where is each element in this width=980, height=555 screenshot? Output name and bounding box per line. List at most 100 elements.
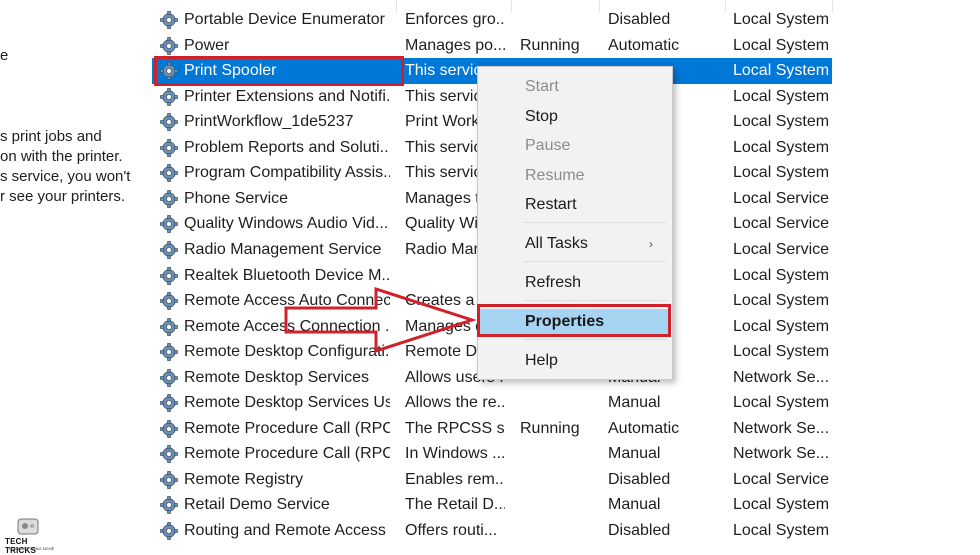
service-log-on-as: Local System (733, 343, 830, 361)
menu-item-all-tasks[interactable]: All Tasks › (479, 231, 671, 257)
service-name: PrintWorkflow_1de5237 (184, 113, 354, 131)
menu-item-pause[interactable]: Pause (479, 133, 671, 159)
service-gear-icon (159, 495, 179, 515)
service-gear-icon (159, 138, 179, 158)
service-log-on-as: Network Se... (733, 445, 830, 463)
service-startup-type: Manual (608, 445, 661, 463)
service-log-on-as: Local System (733, 164, 830, 182)
service-name: Remote Procedure Call (RPC) (184, 419, 390, 437)
service-log-on-as: Network Se... (733, 419, 830, 437)
service-log-on-as: Local System (733, 36, 830, 54)
service-log-on-as: Local System (733, 62, 830, 80)
service-name: Phone Service (184, 189, 289, 207)
service-description: In Windows ... (405, 445, 505, 463)
description-line: r see your printers. (0, 188, 126, 205)
service-gear-icon (159, 266, 179, 286)
service-gear-icon (159, 189, 179, 209)
service-row[interactable]: Remote Procedure Call (RPC) The RPCSS s..… (152, 416, 832, 442)
service-log-on-as: Local System (733, 113, 830, 131)
service-log-on-as: Local System (733, 266, 830, 284)
description-line: s print jobs and (0, 128, 102, 145)
service-name: Printer Extensions and Notifi... (184, 87, 390, 105)
service-gear-icon (159, 112, 179, 132)
service-status (520, 518, 600, 544)
service-gear-icon (159, 87, 179, 107)
service-row[interactable]: Remote Desktop Services Us... Allows the … (152, 390, 832, 416)
service-log-on-as: Local System (733, 496, 830, 514)
service-name: Problem Reports and Soluti... (184, 138, 390, 156)
menu-separator (524, 339, 666, 340)
service-name: Power (184, 36, 230, 54)
menu-item-restart[interactable]: Restart (479, 192, 671, 218)
service-name: Program Compatibility Assis... (184, 164, 390, 182)
service-startup-type: Disabled (608, 522, 671, 539)
service-description: The RPCSS s... (405, 419, 505, 437)
service-row[interactable]: Portable Device Enumerator ... Enforces g… (152, 7, 832, 33)
service-status (520, 467, 600, 493)
menu-item-stop[interactable]: Stop (479, 104, 671, 130)
submenu-arrow-icon: › (649, 237, 653, 251)
service-gear-icon (159, 368, 179, 388)
service-description: The Retail D... (405, 496, 505, 514)
properties-highlight-box (477, 304, 671, 337)
service-name: Remote Desktop Services (184, 368, 369, 386)
service-name: Portable Device Enumerator ... (184, 11, 390, 28)
service-log-on-as: Local System (733, 522, 830, 539)
service-description: Offers routi... (405, 522, 498, 539)
menu-item-resume[interactable]: Resume (479, 163, 671, 189)
service-gear-icon (159, 163, 179, 183)
service-log-on-as: Local Service (733, 215, 830, 233)
red-arrow-annotation (284, 286, 476, 354)
service-status (520, 390, 600, 416)
logo-subtitle: THỦ THUẬT CÔNG NGHỆ (6, 546, 55, 551)
menu-separator (524, 261, 666, 262)
service-name: Remote Desktop Services Us... (184, 394, 390, 412)
service-startup-type: Automatic (608, 419, 680, 437)
service-startup-type: Manual (608, 496, 661, 514)
service-log-on-as: Local Service (733, 240, 830, 258)
service-log-on-as: Local System (733, 394, 830, 412)
service-name: Remote Registry (184, 470, 304, 488)
service-log-on-as: Network Se... (733, 368, 830, 386)
service-startup-type: Manual (608, 394, 661, 412)
description-line: e (0, 47, 9, 64)
description-line: s service, you won't (0, 168, 131, 185)
service-name: Radio Management Service (184, 240, 382, 258)
menu-separator (524, 222, 666, 223)
service-gear-icon (159, 521, 179, 541)
service-name: Remote Procedure Call (RPC)... (184, 445, 390, 463)
service-log-on-as: Local System (733, 317, 830, 335)
service-row[interactable]: Power Manages po... Running Automatic Local … (152, 33, 832, 59)
logo-icon (17, 518, 39, 535)
menu-item-refresh[interactable]: Refresh (479, 270, 671, 296)
service-gear-icon (159, 342, 179, 362)
service-description: Enforces gro... (405, 11, 505, 28)
service-status: Running (520, 36, 580, 54)
menu-separator (524, 300, 666, 301)
service-log-on-as: Local System (733, 11, 830, 28)
service-log-on-as: Local Service (733, 189, 830, 207)
service-log-on-as: Local Service (733, 470, 830, 488)
service-gear-icon (159, 214, 179, 234)
print-spooler-highlight-box (154, 56, 404, 86)
service-row[interactable]: Routing and Remote Access Offers routi...… (152, 518, 832, 544)
service-row[interactable]: Remote Registry Enables rem... Disabled Loc… (152, 467, 832, 493)
service-gear-icon (159, 36, 179, 56)
menu-item-start[interactable]: Start (479, 74, 671, 100)
service-description: Allows the re... (405, 394, 505, 412)
service-gear-icon (159, 470, 179, 490)
description-line: on with the printer. (0, 148, 123, 165)
service-row[interactable]: Retail Demo Service The Retail D... Manual… (152, 492, 832, 518)
service-log-on-as: Local System (733, 87, 830, 105)
service-status (520, 492, 600, 518)
service-name: Retail Demo Service (184, 496, 330, 514)
menu-item-help[interactable]: Help (479, 348, 671, 374)
service-description: Manages po... (405, 36, 505, 54)
service-name: Routing and Remote Access (184, 522, 386, 539)
service-description: Enables rem... (405, 470, 505, 488)
service-description-pane: e s print jobs and on with the printer. … (0, 0, 150, 551)
service-row[interactable]: Remote Procedure Call (RPC)... In Windows… (152, 441, 832, 467)
service-gear-icon (159, 419, 179, 439)
service-status: Running (520, 419, 580, 437)
service-name: Quality Windows Audio Vid... (184, 215, 389, 233)
